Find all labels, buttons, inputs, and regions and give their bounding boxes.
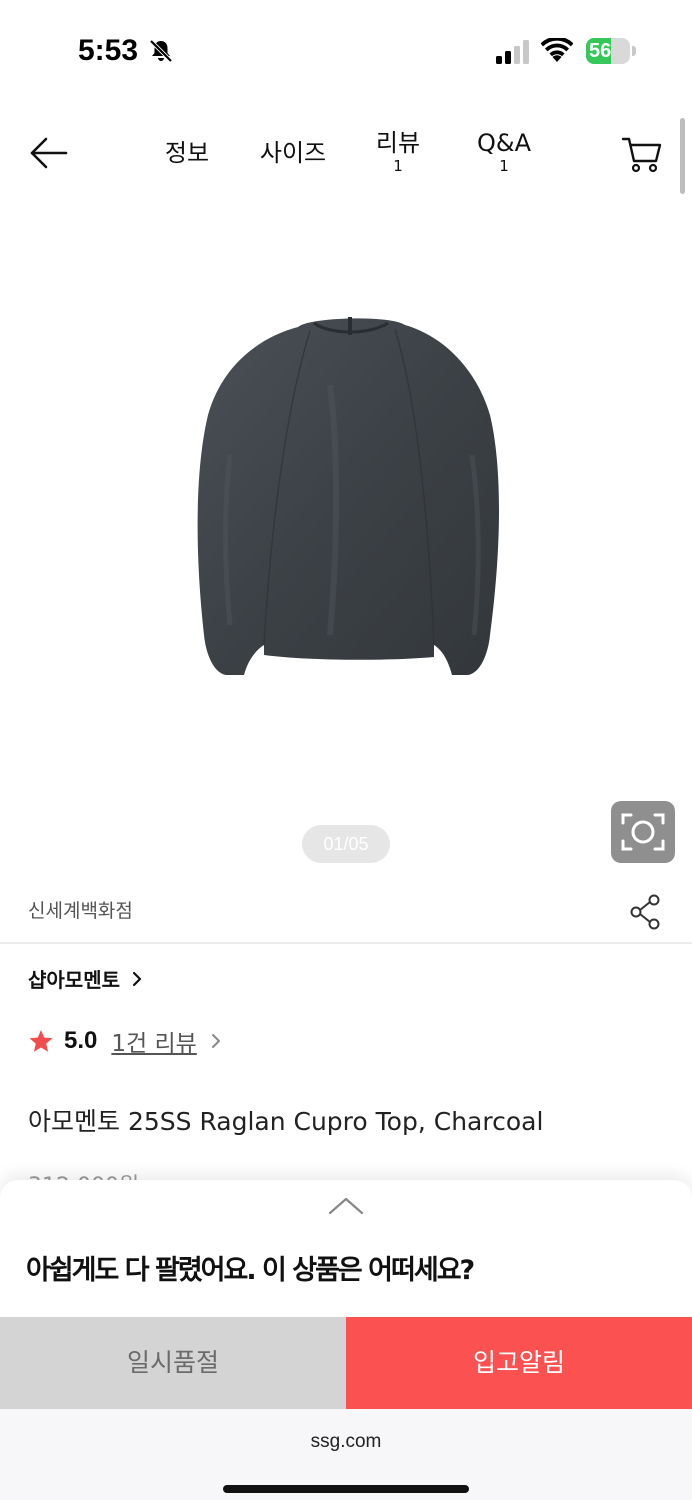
tab-review[interactable]: 리뷰 1 <box>348 128 448 174</box>
scrollbar[interactable] <box>680 118 685 194</box>
battery-percent: 56 <box>589 40 612 62</box>
tab-review-count: 1 <box>393 157 403 175</box>
rating-score: 5.0 <box>64 1027 98 1054</box>
restock-notify-button[interactable]: 입고알림 <box>346 1317 692 1409</box>
camera-search-button[interactable] <box>611 801 675 863</box>
home-indicator[interactable] <box>223 1485 469 1493</box>
chevron-right-icon <box>132 971 142 986</box>
rating-row: 5.0 1건 리뷰 <box>28 1024 223 1058</box>
chevron-up-icon[interactable] <box>326 1194 366 1218</box>
tab-info[interactable]: 정보 <box>137 138 237 168</box>
status-time: 5:53 <box>78 34 139 67</box>
status-bar: 5:53 56 <box>0 0 692 100</box>
product-title: 아모멘토 25SS Raglan Cupro Top, Charcoal <box>28 1107 544 1136</box>
wifi-icon <box>541 38 573 62</box>
browser-url-bar[interactable]: ssg.com <box>0 1409 692 1500</box>
battery-charging-icon: 56 <box>586 38 636 64</box>
bell-slash-icon <box>149 39 173 63</box>
store-name[interactable]: 신세계백화점 <box>28 896 133 923</box>
tab-qa-count: 1 <box>499 157 509 175</box>
tab-info-label: 정보 <box>164 139 210 167</box>
arrow-left-icon[interactable] <box>28 132 70 174</box>
brand-name: 샵아모멘토 <box>28 968 120 992</box>
star-icon <box>29 1030 53 1052</box>
url-text: ssg.com <box>310 1431 382 1452</box>
signal-icon <box>496 40 529 64</box>
camera-search-icon <box>621 813 665 851</box>
soldout-message: 아쉽게도 다 팔렸어요. 이 상품은 어떠세요? <box>26 1255 475 1286</box>
tab-size-label: 사이즈 <box>259 139 327 167</box>
product-top-nav: 정보 사이즈 리뷰 1 Q&A 1 <box>0 110 692 200</box>
divider <box>0 942 692 944</box>
tab-size[interactable]: 사이즈 <box>243 138 343 168</box>
brand-link[interactable]: 샵아모멘토 <box>28 964 144 993</box>
soldout-bottom-sheet: 아쉽게도 다 팔렸어요. 이 상품은 어떠세요? 일시품절 입고알림 ssg.c… <box>0 1180 692 1500</box>
soldout-button[interactable]: 일시품절 <box>0 1317 346 1409</box>
share-icon[interactable] <box>628 893 664 931</box>
review-count-link[interactable]: 1건 리뷰 <box>111 1024 196 1058</box>
cart-icon[interactable] <box>620 134 664 174</box>
chevron-right-icon <box>211 1034 220 1048</box>
tab-review-label: 리뷰 <box>375 129 421 157</box>
tab-qa[interactable]: Q&A 1 <box>454 128 554 174</box>
tab-qa-label: Q&A <box>476 129 532 157</box>
product-image[interactable] <box>190 305 510 685</box>
image-page-indicator: 01/05 <box>302 825 390 863</box>
